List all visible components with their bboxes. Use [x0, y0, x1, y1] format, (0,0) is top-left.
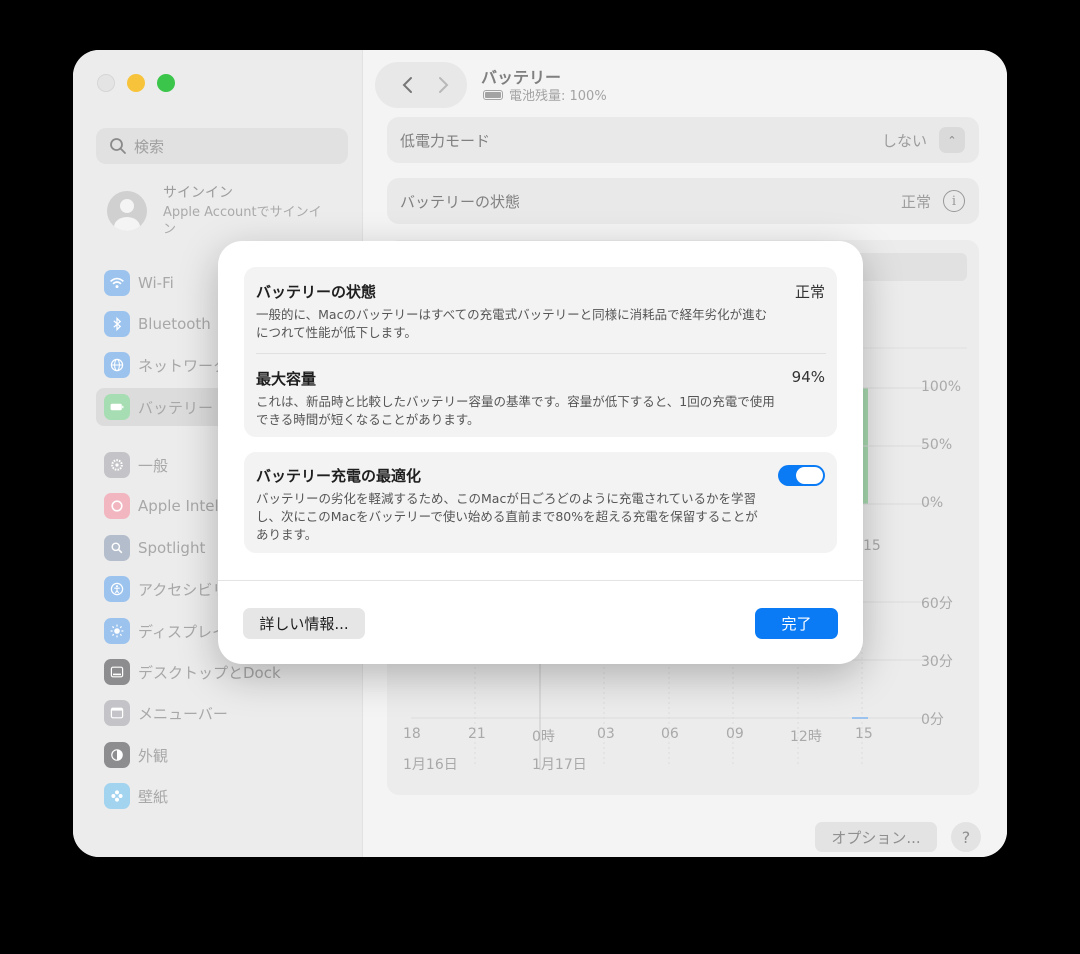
max-capacity-title: 最大容量 — [256, 370, 317, 388]
forward-chevron-icon[interactable] — [432, 74, 454, 96]
divider — [256, 353, 826, 354]
battery-health-value: 正常 — [900, 192, 931, 211]
y-tick-label: 60分 — [921, 596, 953, 612]
y-tick-label: 100% — [921, 379, 962, 395]
battery-level-status: 電池残量: 100% — [483, 85, 607, 104]
accessibility-icon — [104, 576, 130, 602]
person-icon — [114, 199, 140, 231]
sidebar-item-label: ディスプレイ — [138, 622, 227, 641]
y-tick-label: 0% — [921, 495, 944, 511]
low-power-mode-row: 低電力モード しない ⌃ — [387, 117, 979, 163]
x-tick-label: 03 — [597, 726, 615, 742]
sidebar-item-label: ネットワーク — [138, 356, 229, 375]
zoom-window-button[interactable] — [157, 74, 175, 92]
low-power-mode-label: 低電力モード — [400, 131, 491, 150]
x-tick-label: 15 — [855, 726, 873, 742]
search-input[interactable]: 検索 — [96, 128, 348, 164]
sidebar-item-label: 壁紙 — [138, 787, 169, 806]
sidebar-item-label: Wi-Fi — [138, 274, 174, 292]
avatar — [107, 191, 147, 231]
bluetooth-icon — [104, 311, 130, 337]
x-tick-label: 06 — [661, 726, 679, 742]
help-button[interactable]: ? — [951, 822, 981, 852]
search-icon — [110, 138, 126, 154]
apple-intelligence-icon — [104, 493, 130, 519]
optimized-charging-card: バッテリー充電の最適化 バッテリーの劣化を軽減するため、このMacが日ごろどのよ… — [244, 452, 837, 553]
x-tick-label: 15 — [863, 538, 881, 554]
account-title: サインイン — [163, 185, 233, 201]
battery-health-value: 正常 — [794, 283, 825, 301]
battery-health-description: 一般的に、Macのバッテリーはすべての充電式バッテリーと同様に消耗品で経年劣化が… — [256, 307, 768, 340]
sidebar-item-label: メニューバー — [138, 704, 228, 723]
close-window-button[interactable] — [97, 74, 115, 92]
sidebar-item-label: 外観 — [138, 746, 169, 765]
sidebar-item-label: バッテリー — [138, 398, 214, 417]
low-power-mode-value[interactable]: しない — [882, 130, 927, 151]
battery-health-row: バッテリーの状態 正常 i — [387, 178, 979, 224]
back-chevron-icon[interactable] — [397, 74, 419, 96]
battery-health-section: バッテリーの状態 一般的に、Macのバッテリーはすべての充電式バッテリーと同様に… — [256, 281, 826, 342]
account-signin[interactable]: サインイン Apple Accountでサインイン — [107, 182, 357, 242]
sidebar-item-wallpaper[interactable]: 壁紙 — [96, 777, 346, 815]
appearance-icon — [104, 742, 130, 768]
spotlight-icon — [104, 535, 130, 561]
dock-icon — [104, 659, 130, 685]
x-tick-label: 21 — [468, 726, 486, 742]
options-button[interactable]: オプション... — [815, 822, 937, 852]
date-label: 1月16日 — [403, 757, 458, 773]
wifi-icon — [104, 270, 130, 296]
info-icon[interactable]: i — [943, 190, 965, 212]
battery-icon — [104, 394, 130, 420]
battery-health-title: バッテリーの状態 — [256, 283, 377, 301]
toggle-knob — [796, 467, 823, 484]
battery-health-label: バッテリーの状態 — [400, 192, 521, 211]
x-tick-label: 09 — [726, 726, 744, 742]
sidebar-item-menubar[interactable]: メニューバー — [96, 694, 346, 732]
sun-icon — [104, 618, 130, 644]
sidebar-item-label: 一般 — [138, 456, 169, 475]
date-label: 1月17日 — [532, 757, 587, 773]
battery-health-sheet: バッテリーの状態 一般的に、Macのバッテリーはすべての充電式バッテリーと同様に… — [218, 241, 863, 664]
y-tick-label: 50% — [921, 437, 953, 453]
max-capacity-description: これは、新品時と比較したバッテリー容量の基準です。容量が低下すると、1回の充電で… — [256, 394, 775, 427]
search-placeholder: 検索 — [134, 137, 165, 156]
wallpaper-icon — [104, 783, 130, 809]
y-tick-label: 30分 — [921, 654, 953, 670]
battery-info-card: バッテリーの状態 一般的に、Macのバッテリーはすべての充電式バッテリーと同様に… — [244, 267, 837, 437]
optimized-charging-toggle[interactable] — [778, 465, 825, 486]
battery-icon — [483, 89, 503, 100]
updown-chevron-icon[interactable]: ⌃ — [939, 127, 965, 153]
sidebar-item-label: Bluetooth — [138, 315, 211, 333]
minimize-window-button[interactable] — [127, 74, 145, 92]
footer-divider — [218, 580, 863, 581]
globe-icon — [104, 352, 130, 378]
menubar-icon — [104, 700, 130, 726]
x-tick-label: 18 — [403, 726, 421, 742]
battery-level-text: 電池残量: 100% — [509, 89, 607, 104]
y-tick-label: 0分 — [921, 712, 944, 728]
done-button[interactable]: 完了 — [755, 608, 838, 639]
optimized-charging-description: バッテリーの劣化を軽減するため、このMacが日ごろどのように充電されているかを学… — [256, 491, 758, 542]
x-tick-label: 12時 — [790, 729, 822, 745]
max-capacity-value: 94% — [791, 368, 825, 386]
gear-icon — [104, 452, 130, 478]
more-info-button[interactable]: 詳しい情報... — [243, 608, 365, 639]
sidebar-item-label: デスクトップとDock — [138, 663, 281, 682]
optimized-charging-section: バッテリー充電の最適化 バッテリーの劣化を軽減するため、このMacが日ごろどのよ… — [256, 465, 826, 544]
account-subtitle: Apple Accountでサインイン — [163, 205, 322, 237]
sidebar-item-appearance[interactable]: 外観 — [96, 736, 346, 774]
optimized-charging-title: バッテリー充電の最適化 — [256, 467, 422, 485]
sidebar-item-label: Spotlight — [138, 539, 206, 557]
x-tick-label: 0時 — [532, 729, 555, 745]
max-capacity-section: 最大容量 これは、新品時と比較したバッテリー容量の基準です。容量が低下すると、1… — [256, 368, 826, 429]
navigation-buttons — [375, 62, 467, 108]
